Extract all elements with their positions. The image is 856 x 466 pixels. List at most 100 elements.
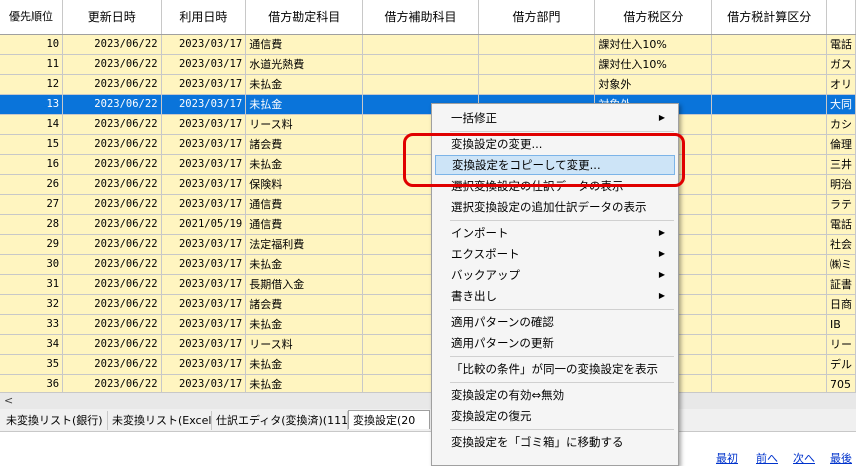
table-cell[interactable]: 証書 [826, 274, 856, 295]
table-cell[interactable]: リース料 [245, 334, 364, 355]
nav-last-link[interactable]: 最後 [830, 450, 852, 466]
table-cell[interactable] [362, 54, 479, 75]
table-cell[interactable]: 2023/03/17 [161, 34, 247, 55]
sheet-tab[interactable]: 仕訳エディタ(変換済)(111) [212, 411, 348, 430]
table-cell[interactable]: 2023/06/22 [62, 334, 162, 355]
table-cell[interactable] [711, 374, 827, 392]
table-cell[interactable]: リース料 [245, 114, 364, 135]
scroll-left-arrow-icon[interactable]: < [4, 394, 13, 407]
column-header-2[interactable]: 利用日時 [161, 0, 247, 35]
table-cell[interactable]: 保険料 [245, 174, 364, 195]
table-cell[interactable]: 2023/03/17 [161, 314, 247, 335]
menu-item[interactable]: 変換設定を「ゴミ箱」に移動する [435, 432, 675, 452]
table-cell[interactable] [478, 34, 596, 55]
table-row[interactable]: 35 2023/06/22 2023/03/17 未払金 デル [0, 354, 856, 375]
table-cell[interactable]: 2023/03/17 [161, 274, 247, 295]
table-cell[interactable]: 11 [0, 54, 64, 75]
table-cell[interactable]: 27 [0, 194, 64, 215]
table-cell[interactable]: 2023/06/22 [62, 174, 162, 195]
menu-item[interactable]: エクスポート ▶ [435, 244, 675, 264]
nav-prev-link[interactable]: 前へ [756, 450, 778, 466]
table-cell[interactable]: 705 [826, 374, 856, 392]
table-cell[interactable]: 2023/06/22 [62, 234, 162, 255]
table-row[interactable]: 32 2023/06/22 2023/03/17 諸会費 日商 [0, 294, 856, 315]
menu-item[interactable]: 適用パターンの確認 [435, 312, 675, 332]
table-cell[interactable]: 諸会費 [245, 134, 364, 155]
table-cell[interactable]: ガス [826, 54, 856, 75]
table-row[interactable]: 34 2023/06/22 2023/03/17 リース料 リー [0, 334, 856, 355]
table-cell[interactable] [711, 34, 827, 55]
table-cell[interactable]: 2023/06/22 [62, 294, 162, 315]
menu-item[interactable]: 「比較の条件」が同一の変換設定を表示 [435, 359, 675, 379]
horizontal-scrollbar[interactable]: < [0, 392, 856, 409]
menu-item[interactable]: バックアップ ▶ [435, 265, 675, 285]
column-header-0[interactable]: 優先順位 [0, 0, 64, 35]
table-cell[interactable] [711, 174, 827, 195]
table-cell[interactable]: 10 [0, 34, 64, 55]
table-cell[interactable]: 通信費 [245, 214, 364, 235]
table-cell[interactable]: 2023/06/22 [62, 54, 162, 75]
table-cell[interactable] [478, 54, 596, 75]
table-cell[interactable]: 15 [0, 134, 64, 155]
table-cell[interactable]: 未払金 [245, 374, 364, 392]
table-cell[interactable]: 34 [0, 334, 64, 355]
table-cell[interactable] [711, 54, 827, 75]
table-cell[interactable]: 未払金 [245, 314, 364, 335]
table-cell[interactable]: 13 [0, 94, 64, 115]
table-cell[interactable]: 28 [0, 214, 64, 235]
table-cell[interactable]: 12 [0, 74, 64, 95]
table-cell[interactable]: 電話 [826, 214, 856, 235]
table-cell[interactable]: 26 [0, 174, 64, 195]
table-cell[interactable]: 2023/06/22 [62, 374, 162, 392]
menu-item[interactable]: 一括修正 ▶ [435, 108, 675, 128]
table-row[interactable]: 33 2023/06/22 2023/03/17 未払金 IB [0, 314, 856, 335]
table-cell[interactable]: 日商 [826, 294, 856, 315]
table-cell[interactable] [362, 74, 479, 95]
table-cell[interactable]: 三井 [826, 154, 856, 175]
column-header-6[interactable]: 借方税区分 [594, 0, 713, 35]
table-cell[interactable]: IB [826, 314, 856, 335]
table-cell[interactable]: 長期借入金 [245, 274, 364, 295]
menu-item[interactable]: インポート ▶ [435, 223, 675, 243]
column-header-3[interactable]: 借方勘定科目 [245, 0, 364, 35]
table-cell[interactable] [711, 334, 827, 355]
table-cell[interactable]: ㈱ミ [826, 254, 856, 275]
column-header-5[interactable]: 借方部門 [478, 0, 596, 35]
table-cell[interactable]: 2021/05/19 [161, 214, 247, 235]
table-cell[interactable] [711, 234, 827, 255]
table-cell[interactable]: 30 [0, 254, 64, 275]
table-cell[interactable]: 課対仕入10% [594, 54, 713, 75]
table-cell[interactable]: 対象外 [594, 74, 713, 95]
table-row[interactable]: 12 2023/06/22 2023/03/17 未払金 対象外 オリ [0, 74, 856, 95]
table-cell[interactable] [711, 154, 827, 175]
table-cell[interactable]: カシ [826, 114, 856, 135]
table-cell[interactable]: 2023/03/17 [161, 94, 247, 115]
table-cell[interactable] [711, 134, 827, 155]
table-cell[interactable]: 水道光熱費 [245, 54, 364, 75]
table-row[interactable]: 27 2023/06/22 2023/03/17 通信費 ラテ [0, 194, 856, 215]
table-cell[interactable]: ラテ [826, 194, 856, 215]
table-cell[interactable]: 16 [0, 154, 64, 175]
table-cell[interactable]: 通信費 [245, 194, 364, 215]
table-cell[interactable] [711, 214, 827, 235]
table-row[interactable]: 132023/06/222023/03/17未払金対象外大同 [0, 94, 856, 115]
table-cell[interactable]: 諸会費 [245, 294, 364, 315]
table-cell[interactable]: 未払金 [245, 354, 364, 375]
table-cell[interactable]: 2023/03/17 [161, 254, 247, 275]
table-cell[interactable]: 2023/03/17 [161, 154, 247, 175]
menu-item[interactable]: 選択変換設定の追加仕訳データの表示 [435, 197, 675, 217]
sheet-tab[interactable]: 未変換リスト(銀行) [2, 411, 108, 430]
table-row[interactable]: 29 2023/06/22 2023/03/17 法定福利費 社会 [0, 234, 856, 255]
table-cell[interactable]: 2023/06/22 [62, 214, 162, 235]
table-cell[interactable]: 32 [0, 294, 64, 315]
table-cell[interactable]: 29 [0, 234, 64, 255]
table-cell[interactable]: 2023/06/22 [62, 154, 162, 175]
table-row[interactable]: 31 2023/06/22 2023/03/17 長期借入金 証書 [0, 274, 856, 295]
table-cell[interactable]: 明治 [826, 174, 856, 195]
table-cell[interactable] [711, 354, 827, 375]
table-cell[interactable]: 通信費 [245, 34, 364, 55]
sheet-tab[interactable]: 未変換リスト(Excel) [108, 411, 212, 430]
table-cell[interactable]: 課対仕入10% [594, 34, 713, 55]
table-cell[interactable]: 2023/03/17 [161, 114, 247, 135]
menu-item[interactable]: 適用パターンの更新 [435, 333, 675, 353]
